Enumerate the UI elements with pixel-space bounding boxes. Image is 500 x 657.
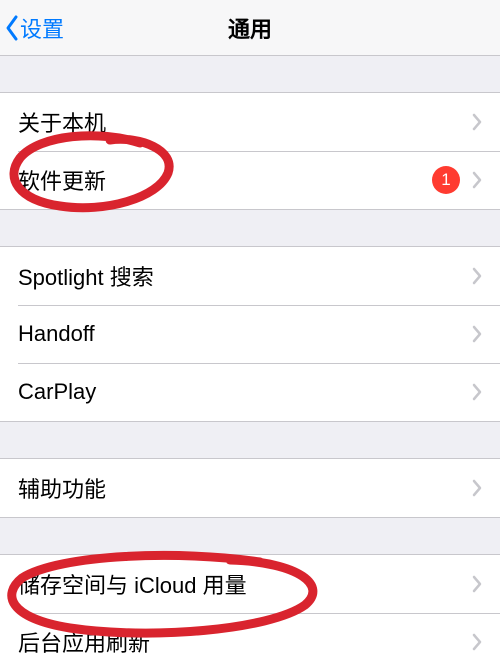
row-software-update[interactable]: 软件更新 1 — [0, 151, 500, 209]
chevron-right-icon — [472, 633, 482, 651]
notification-badge: 1 — [432, 166, 460, 194]
chevron-right-icon — [472, 267, 482, 285]
nav-bar: 设置 通用 — [0, 0, 500, 56]
chevron-left-icon — [4, 14, 20, 42]
row-label: 辅助功能 — [18, 472, 472, 504]
row-storage-icloud[interactable]: 储存空间与 iCloud 用量 — [0, 555, 500, 613]
section-about: 关于本机 软件更新 1 — [0, 92, 500, 210]
row-background-refresh[interactable]: 后台应用刷新 — [0, 613, 500, 657]
row-accessibility[interactable]: 辅助功能 — [0, 459, 500, 517]
row-label: 后台应用刷新 — [18, 626, 472, 657]
back-label: 设置 — [20, 12, 64, 44]
row-carplay[interactable]: CarPlay — [0, 363, 500, 421]
page-title: 通用 — [0, 12, 500, 44]
row-spotlight[interactable]: Spotlight 搜索 — [0, 247, 500, 305]
section-storage: 储存空间与 iCloud 用量 后台应用刷新 — [0, 554, 500, 657]
chevron-right-icon — [472, 113, 482, 131]
row-label: 储存空间与 iCloud 用量 — [18, 568, 472, 600]
section-features: Spotlight 搜索 Handoff CarPlay — [0, 246, 500, 422]
chevron-right-icon — [472, 479, 482, 497]
row-label: 关于本机 — [18, 106, 472, 138]
section-accessibility: 辅助功能 — [0, 458, 500, 518]
chevron-right-icon — [472, 383, 482, 401]
back-button[interactable]: 设置 — [4, 0, 64, 55]
row-about[interactable]: 关于本机 — [0, 93, 500, 151]
row-label: CarPlay — [18, 379, 472, 405]
row-label: Spotlight 搜索 — [18, 260, 472, 292]
chevron-right-icon — [472, 325, 482, 343]
chevron-right-icon — [472, 575, 482, 593]
chevron-right-icon — [472, 171, 482, 189]
row-label: 软件更新 — [18, 164, 432, 196]
row-handoff[interactable]: Handoff — [0, 305, 500, 363]
row-label: Handoff — [18, 321, 472, 347]
